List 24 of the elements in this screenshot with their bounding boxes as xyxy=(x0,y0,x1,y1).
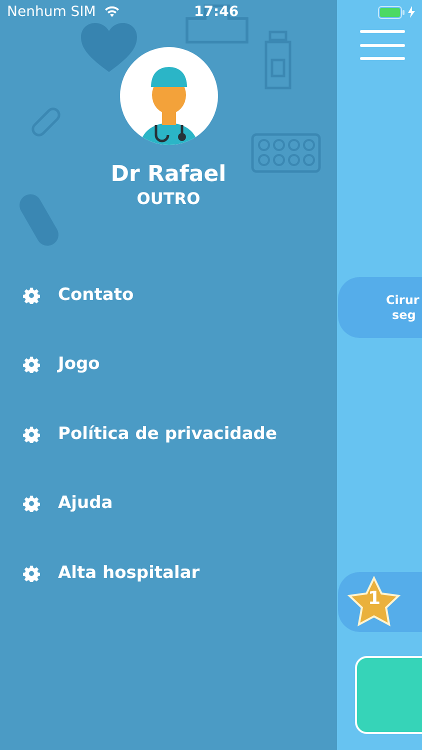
star-icon xyxy=(346,576,402,628)
card-text: seg xyxy=(391,308,417,322)
topic-card[interactable]: Cirur seg xyxy=(338,277,422,338)
wifi-icon xyxy=(104,6,120,18)
doctor-role: OUTRO xyxy=(136,188,200,208)
heart-icon xyxy=(80,22,138,74)
clock: 17:46 xyxy=(194,2,239,22)
star-number: 1 xyxy=(368,590,381,608)
doctor-name: Dr Rafael xyxy=(110,161,226,188)
menu-icon[interactable] xyxy=(360,30,405,60)
charging-icon xyxy=(408,6,415,18)
card-text: Cirur xyxy=(386,292,420,308)
menu-item[interactable]: Contato xyxy=(0,260,337,330)
gear-icon xyxy=(23,286,40,304)
gear-icon xyxy=(23,564,40,582)
menu-item[interactable]: Alta hospitalar xyxy=(0,538,337,608)
menu-item[interactable]: Jogo xyxy=(0,330,337,400)
carrier-label: Nenhum SIM xyxy=(7,2,96,22)
menu-item[interactable]: Ajuda xyxy=(0,469,337,538)
menu-item[interactable]: Política de privacidade xyxy=(0,400,337,469)
battery-icon xyxy=(378,6,405,18)
gear-icon xyxy=(23,426,40,443)
gear-icon xyxy=(23,495,40,512)
gear-icon xyxy=(23,356,40,374)
